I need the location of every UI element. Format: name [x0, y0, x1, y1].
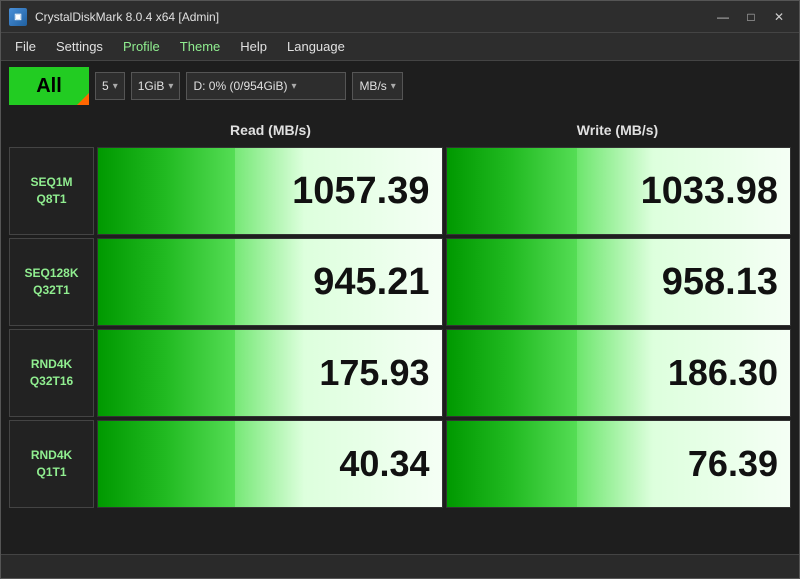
rnd4k-q1t1-read-value: 40.34	[339, 443, 429, 485]
menu-profile[interactable]: Profile	[113, 35, 170, 58]
status-bar	[1, 554, 799, 578]
write-header: Write (MB/s)	[444, 115, 791, 145]
rnd4k-q32t16-read-value: 175.93	[319, 352, 429, 394]
unit-dropdown[interactable]: MB/s ▾	[352, 72, 402, 100]
seq1m-q8t1-write-cell: 1033.98	[446, 147, 792, 235]
close-button[interactable]: ✕	[767, 7, 791, 27]
seq1m-q8t1-read-value: 1057.39	[292, 170, 429, 213]
menu-theme[interactable]: Theme	[170, 35, 230, 58]
toolbar: All 5 ▾ 1GiB ▾ D: 0% (0/954GiB) ▾ MB/s ▾	[1, 61, 799, 111]
drive-value: D: 0% (0/954GiB)	[193, 79, 287, 93]
seq128k-q32t1-read-cell: 945.21	[97, 238, 443, 326]
drive-dropdown[interactable]: D: 0% (0/954GiB) ▾	[186, 72, 346, 100]
title-bar-left: ▣ CrystalDiskMark 8.0.4 x64 [Admin]	[9, 8, 219, 26]
menu-bar: File Settings Profile Theme Help Languag…	[1, 33, 799, 61]
content-area: Read (MB/s) Write (MB/s) SEQ1M Q8T1 1057…	[1, 111, 799, 554]
maximize-button[interactable]: □	[739, 7, 763, 27]
seq1m-q8t1-read-cell: 1057.39	[97, 147, 443, 235]
row-label-text-1: SEQ1M	[30, 174, 72, 191]
row-label-rnd4k-q32t16: RND4K Q32T16	[9, 329, 94, 417]
rnd4k-q32t16-write-value: 186.30	[668, 352, 778, 394]
count-value: 5	[102, 79, 109, 93]
unit-dropdown-arrow: ▾	[391, 81, 396, 92]
table-row: SEQ128K Q32T1 945.21 958.13	[9, 238, 791, 326]
header-row: Read (MB/s) Write (MB/s)	[97, 115, 791, 145]
rnd4k-q32t16-write-cell: 186.30	[446, 329, 792, 417]
row-label-rnd4k-q1t1: RND4K Q1T1	[9, 420, 94, 508]
app-icon: ▣	[9, 8, 27, 26]
count-dropdown-arrow: ▾	[113, 81, 118, 92]
row-label-text-2: Q32T1	[33, 282, 70, 299]
data-rows: SEQ1M Q8T1 1057.39 1033.98 SEQ128K Q32T1…	[9, 147, 791, 546]
minimize-button[interactable]: —	[711, 7, 735, 27]
row-label-text-1: RND4K	[31, 356, 72, 373]
window-title: CrystalDiskMark 8.0.4 x64 [Admin]	[35, 10, 219, 24]
row-label-text-2: Q1T1	[36, 464, 66, 481]
title-bar: ▣ CrystalDiskMark 8.0.4 x64 [Admin] — □ …	[1, 1, 799, 33]
row-label-text-1: SEQ128K	[24, 265, 78, 282]
table-row: SEQ1M Q8T1 1057.39 1033.98	[9, 147, 791, 235]
rnd4k-q1t1-write-value: 76.39	[688, 443, 778, 485]
rnd4k-q32t16-read-cell: 175.93	[97, 329, 443, 417]
rnd4k-q1t1-read-cell: 40.34	[97, 420, 443, 508]
table-row: RND4K Q1T1 40.34 76.39	[9, 420, 791, 508]
row-label-text-2: Q32T16	[30, 373, 73, 390]
title-bar-controls: — □ ✕	[711, 7, 791, 27]
all-button[interactable]: All	[9, 67, 89, 105]
row-label-text-1: RND4K	[31, 447, 72, 464]
table-row: RND4K Q32T16 175.93 186.30	[9, 329, 791, 417]
menu-file[interactable]: File	[5, 35, 46, 58]
read-header: Read (MB/s)	[97, 115, 444, 145]
seq1m-q8t1-write-value: 1033.98	[641, 170, 778, 213]
menu-language[interactable]: Language	[277, 35, 355, 58]
count-dropdown[interactable]: 5 ▾	[95, 72, 125, 100]
row-label-text-2: Q8T1	[36, 191, 66, 208]
rnd4k-q1t1-write-cell: 76.39	[446, 420, 792, 508]
unit-value: MB/s	[359, 79, 386, 93]
size-value: 1GiB	[138, 79, 165, 93]
seq128k-q32t1-write-cell: 958.13	[446, 238, 792, 326]
row-label-seq128k-q32t1: SEQ128K Q32T1	[9, 238, 94, 326]
menu-settings[interactable]: Settings	[46, 35, 113, 58]
menu-help[interactable]: Help	[230, 35, 277, 58]
size-dropdown[interactable]: 1GiB ▾	[131, 72, 181, 100]
seq128k-q32t1-write-value: 958.13	[662, 261, 778, 304]
main-window: ▣ CrystalDiskMark 8.0.4 x64 [Admin] — □ …	[0, 0, 800, 579]
drive-dropdown-arrow: ▾	[291, 81, 296, 92]
size-dropdown-arrow: ▾	[168, 81, 173, 92]
row-label-seq1m-q8t1: SEQ1M Q8T1	[9, 147, 94, 235]
seq128k-q32t1-read-value: 945.21	[313, 261, 429, 304]
